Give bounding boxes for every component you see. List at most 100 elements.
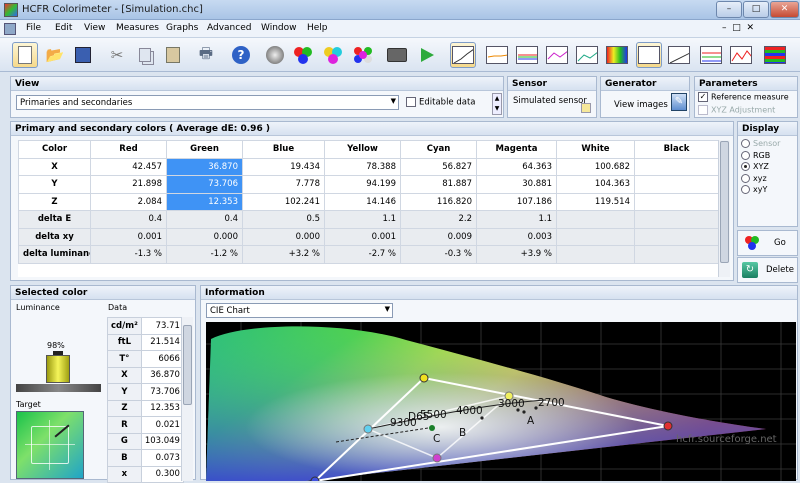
graph-cie-icon[interactable] xyxy=(636,42,662,68)
close-button[interactable]: ✕ xyxy=(770,1,799,18)
table-cell[interactable] xyxy=(634,157,718,176)
editable-checkbox[interactable]: Editable data xyxy=(406,97,476,108)
table-cell[interactable]: 42.457 xyxy=(90,157,167,176)
table-cell[interactable]: 0.001 xyxy=(324,227,401,246)
view-spin-icon[interactable]: ▲ ▼ xyxy=(492,93,502,115)
display-option-xyz[interactable]: xyz xyxy=(741,173,780,185)
row-header[interactable]: Y xyxy=(18,175,91,194)
column-header[interactable]: Red xyxy=(90,140,167,159)
display-option-sensor[interactable]: Sensor xyxy=(741,138,780,150)
measure-primaries-icon[interactable] xyxy=(290,42,316,68)
column-header[interactable]: Cyan xyxy=(400,140,477,159)
table-cell[interactable]: 100.682 xyxy=(556,157,635,176)
play-icon[interactable] xyxy=(414,42,440,68)
cut-icon[interactable]: ✂ xyxy=(104,42,130,68)
data-scrollbar[interactable] xyxy=(181,317,193,481)
xyz-adjustment-checkbox[interactable]: XYZ Adjustment xyxy=(698,105,775,115)
generator-config-icon[interactable]: ✎ xyxy=(671,93,687,111)
column-header[interactable]: Magenta xyxy=(476,140,557,159)
table-cell[interactable]: 7.778 xyxy=(242,175,325,194)
table-cell[interactable]: -1.3 % xyxy=(90,245,167,264)
delete-button[interactable]: ↻ Delete xyxy=(737,257,798,283)
graph-gamma-icon[interactable] xyxy=(484,42,510,68)
menu-window[interactable]: Window xyxy=(261,23,297,33)
menu-graphs[interactable]: Graphs xyxy=(166,23,198,33)
graph-color-icon[interactable] xyxy=(604,42,630,68)
help-icon[interactable]: ? xyxy=(228,42,254,68)
graph-deltae-icon[interactable] xyxy=(574,42,600,68)
row-header[interactable]: delta xy xyxy=(18,227,91,246)
table-cell[interactable]: -0.3 % xyxy=(400,245,477,264)
table-cell[interactable]: 116.820 xyxy=(400,192,477,211)
table-cell[interactable]: 36.870 xyxy=(166,157,243,176)
table-cell[interactable]: 107.186 xyxy=(476,192,557,211)
graph-nearblack-icon[interactable] xyxy=(666,42,692,68)
menu-advanced[interactable]: Advanced xyxy=(207,23,251,33)
graph-rgb-icon[interactable] xyxy=(514,42,540,68)
display-option-xyy[interactable]: xyY xyxy=(741,184,780,196)
table-cell[interactable]: 0.009 xyxy=(400,227,477,246)
table-cell[interactable] xyxy=(634,192,718,211)
scroll-thumb[interactable] xyxy=(183,325,192,405)
table-cell[interactable] xyxy=(634,227,718,246)
paste-icon[interactable] xyxy=(160,42,186,68)
sensor-label[interactable]: Simulated sensor xyxy=(513,96,587,106)
graph-gamut-icon[interactable] xyxy=(728,42,754,68)
reference-checkbox[interactable]: ✓ Reference measure xyxy=(698,92,789,102)
information-select[interactable]: CIE Chart ▼ xyxy=(206,303,393,318)
print-icon[interactable]: 🖶 xyxy=(193,42,219,68)
graph-measures-icon[interactable] xyxy=(698,42,724,68)
menu-file[interactable]: File xyxy=(26,23,41,33)
table-cell[interactable]: 0.000 xyxy=(166,227,243,246)
copy-icon[interactable] xyxy=(132,42,158,68)
table-cell[interactable]: 14.146 xyxy=(324,192,401,211)
minimize-button[interactable]: – xyxy=(716,1,742,18)
table-cell[interactable]: 81.887 xyxy=(400,175,477,194)
row-header[interactable]: Z xyxy=(18,192,91,211)
column-header[interactable]: Black xyxy=(634,140,718,159)
table-cell[interactable]: 64.363 xyxy=(476,157,557,176)
column-header[interactable]: White xyxy=(556,140,635,159)
display-option-xyz[interactable]: XYZ xyxy=(741,161,780,173)
mdi-controls[interactable]: – □ ✕ xyxy=(722,23,754,33)
graph-all-icon[interactable] xyxy=(762,42,788,68)
table-cell[interactable]: 73.706 xyxy=(166,175,243,194)
new-icon[interactable] xyxy=(12,42,38,68)
table-cell[interactable]: +3.2 % xyxy=(242,245,325,264)
menu-view[interactable]: View xyxy=(84,23,105,33)
measure-all-icon[interactable] xyxy=(350,42,376,68)
table-cell[interactable]: 0.003 xyxy=(476,227,557,246)
table-cell[interactable]: 104.363 xyxy=(556,175,635,194)
maximize-button[interactable]: □ xyxy=(743,1,769,18)
table-cell[interactable] xyxy=(556,227,635,246)
table-cell[interactable]: -1.2 % xyxy=(166,245,243,264)
primaries-scrollbar[interactable] xyxy=(718,140,730,277)
table-cell[interactable]: 30.881 xyxy=(476,175,557,194)
measure-gray-icon[interactable] xyxy=(262,42,288,68)
table-cell[interactable]: 21.898 xyxy=(90,175,167,194)
table-cell[interactable] xyxy=(556,210,635,229)
table-cell[interactable]: 19.434 xyxy=(242,157,325,176)
display-option-rgb[interactable]: RGB xyxy=(741,150,780,162)
table-cell[interactable]: 1.1 xyxy=(476,210,557,229)
column-header[interactable]: Yellow xyxy=(324,140,401,159)
menu-measures[interactable]: Measures xyxy=(116,23,159,33)
table-cell[interactable] xyxy=(634,210,718,229)
sensor-config-icon[interactable] xyxy=(581,103,591,113)
view-select[interactable]: Primaries and secondaries ▼ xyxy=(16,95,399,110)
menu-help[interactable]: Help xyxy=(307,23,328,33)
table-cell[interactable]: 1.1 xyxy=(324,210,401,229)
table-cell[interactable]: +3.9 % xyxy=(476,245,557,264)
table-cell[interactable] xyxy=(634,245,718,264)
table-cell[interactable]: 119.514 xyxy=(556,192,635,211)
table-cell[interactable]: 56.827 xyxy=(400,157,477,176)
table-cell[interactable]: -2.7 % xyxy=(324,245,401,264)
doc-icon[interactable] xyxy=(4,23,16,35)
table-cell[interactable]: 0.4 xyxy=(166,210,243,229)
graph-luminance-icon[interactable] xyxy=(450,42,476,68)
go-button[interactable]: Go xyxy=(737,230,798,256)
scroll-thumb[interactable] xyxy=(720,141,729,263)
table-cell[interactable]: 0.5 xyxy=(242,210,325,229)
open-icon[interactable]: 📂 xyxy=(42,42,68,68)
generator-label[interactable]: View images xyxy=(614,100,668,110)
